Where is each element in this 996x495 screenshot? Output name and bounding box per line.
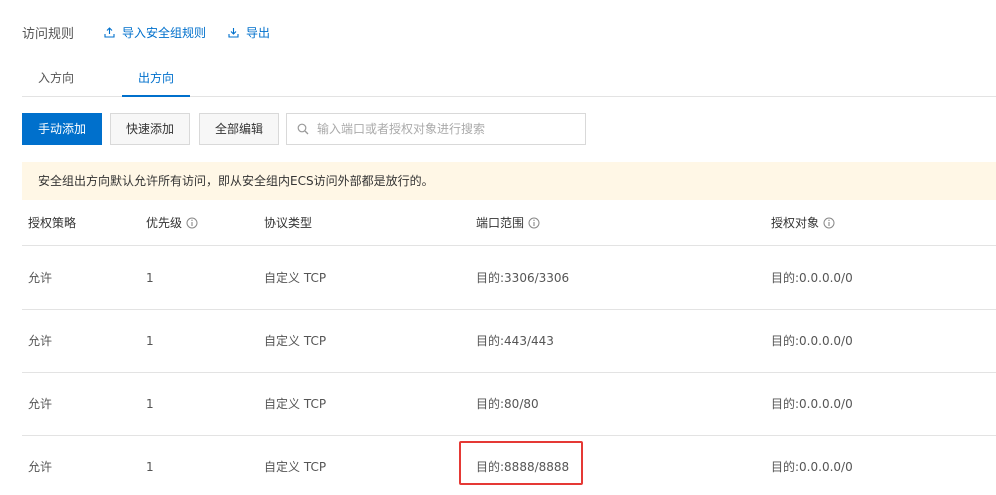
search-box[interactable]	[286, 113, 586, 145]
page-title: 访问规则	[22, 26, 75, 42]
info-icon[interactable]	[186, 217, 198, 229]
policy-cell: 允许	[28, 397, 53, 411]
table-header: 授权策略 优先级 协议类型 端口范围 授权对象	[22, 200, 996, 246]
column-header-port: 端口范围	[476, 200, 540, 246]
notice-banner: 安全组出方向默认允许所有访问，即从安全组内ECS访问外部都是放行的。	[22, 162, 996, 200]
policy-cell: 允许	[28, 271, 53, 285]
target-cell: 目的:0.0.0.0/0	[771, 397, 853, 411]
table-row: 允许 1 自定义 TCP 目的:80/80 目的:0.0.0.0/0	[22, 373, 996, 436]
column-header-label: 授权对象	[771, 216, 820, 230]
import-rules-label: 导入安全组规则	[122, 25, 207, 40]
direction-tabs: 入方向 出方向	[22, 62, 996, 97]
protocol-cell: 自定义 TCP	[264, 460, 327, 474]
search-input[interactable]	[317, 122, 577, 136]
policy-cell: 允许	[28, 334, 53, 348]
column-header-label: 授权策略	[28, 216, 77, 230]
priority-cell: 1	[146, 271, 154, 285]
port-cell: 目的:443/443	[476, 334, 554, 348]
port-cell: 目的:3306/3306	[476, 271, 570, 285]
protocol-cell: 自定义 TCP	[264, 334, 327, 348]
priority-cell: 1	[146, 460, 154, 474]
target-cell: 目的:0.0.0.0/0	[771, 271, 853, 285]
search-icon	[297, 123, 309, 135]
tab-outbound[interactable]: 出方向	[122, 62, 190, 97]
download-icon	[228, 27, 239, 38]
policy-cell: 允许	[28, 460, 53, 474]
tab-inbound[interactable]: 入方向	[22, 62, 90, 97]
priority-cell: 1	[146, 397, 154, 411]
column-header-policy: 授权策略	[28, 200, 76, 246]
info-icon[interactable]	[528, 217, 540, 229]
manual-add-button[interactable]: 手动添加	[22, 113, 102, 145]
edit-all-button[interactable]: 全部编辑	[199, 113, 279, 145]
port-cell: 目的:80/80	[476, 397, 539, 411]
target-cell: 目的:0.0.0.0/0	[771, 334, 853, 348]
info-icon[interactable]	[823, 217, 835, 229]
column-header-protocol: 协议类型	[264, 200, 312, 246]
table-row: 允许 1 自定义 TCP 目的:443/443 目的:0.0.0.0/0	[22, 310, 996, 373]
priority-cell: 1	[146, 334, 154, 348]
upload-icon	[104, 26, 115, 38]
column-header-label: 协议类型	[264, 216, 313, 230]
toolbar: 手动添加 快速添加 全部编辑	[22, 113, 622, 145]
column-header-label: 端口范围	[476, 216, 525, 230]
protocol-cell: 自定义 TCP	[264, 271, 327, 285]
protocol-cell: 自定义 TCP	[264, 397, 327, 411]
column-header-label: 优先级	[146, 216, 183, 230]
export-link[interactable]: 导出	[228, 24, 270, 41]
import-rules-link[interactable]: 导入安全组规则	[104, 24, 206, 41]
export-label: 导出	[246, 25, 271, 40]
column-header-target: 授权对象	[771, 200, 835, 246]
highlight-box	[459, 441, 583, 485]
column-header-priority: 优先级	[146, 200, 198, 246]
table-row: 允许 1 自定义 TCP 目的:3306/3306 目的:0.0.0.0/0	[22, 247, 996, 310]
quick-add-button[interactable]: 快速添加	[110, 113, 190, 145]
page-header: 访问规则 导入安全组规则 导出	[22, 22, 270, 42]
target-cell: 目的:0.0.0.0/0	[771, 460, 853, 474]
